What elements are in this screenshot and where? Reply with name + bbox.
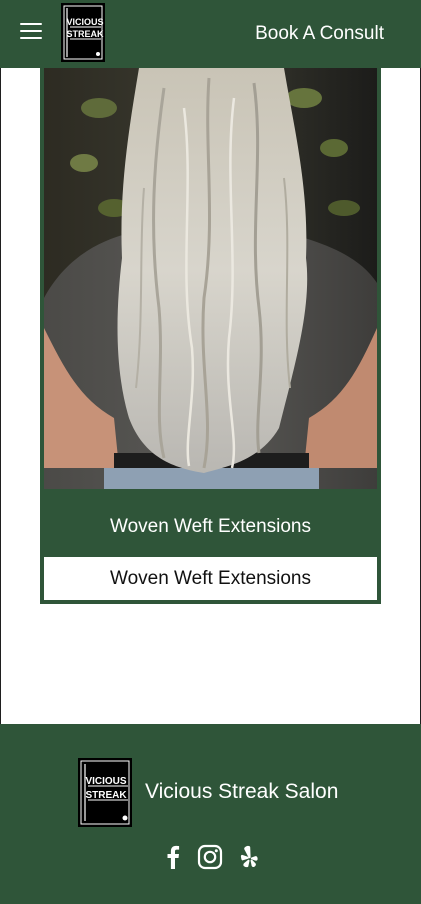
card-service-button[interactable]: Woven Weft Extensions <box>44 557 377 600</box>
service-card: Woven Weft Extensions Woven Weft Extensi… <box>40 68 381 604</box>
service-photo <box>44 68 377 489</box>
site-header: VICIOUS STREAK Book A Consult <box>0 0 421 68</box>
book-consult-link[interactable]: Book A Consult <box>255 23 384 45</box>
card-title: Woven Weft Extensions <box>109 516 311 537</box>
social-links <box>160 844 270 874</box>
footer-salon-name: Vicious Streak Salon <box>145 780 339 803</box>
vicious-streak-logo[interactable]: VICIOUS STREAK <box>61 3 105 62</box>
logo-text-bottom: STREAK <box>66 29 104 39</box>
footer-logo-text-top: VICIOUS <box>85 776 126 787</box>
yelp-icon[interactable] <box>236 844 262 870</box>
logo-text-top: VICIOUS <box>66 17 103 27</box>
footer-logo-text-bottom: STREAK <box>85 790 127 801</box>
footer-logo[interactable]: VICIOUS STREAK <box>78 758 132 827</box>
hamburger-menu-icon[interactable] <box>20 23 42 43</box>
site-footer: VICIOUS STREAK Vicious Streak Salon <box>0 724 421 904</box>
facebook-icon[interactable] <box>160 844 186 870</box>
instagram-icon[interactable] <box>197 844 223 870</box>
